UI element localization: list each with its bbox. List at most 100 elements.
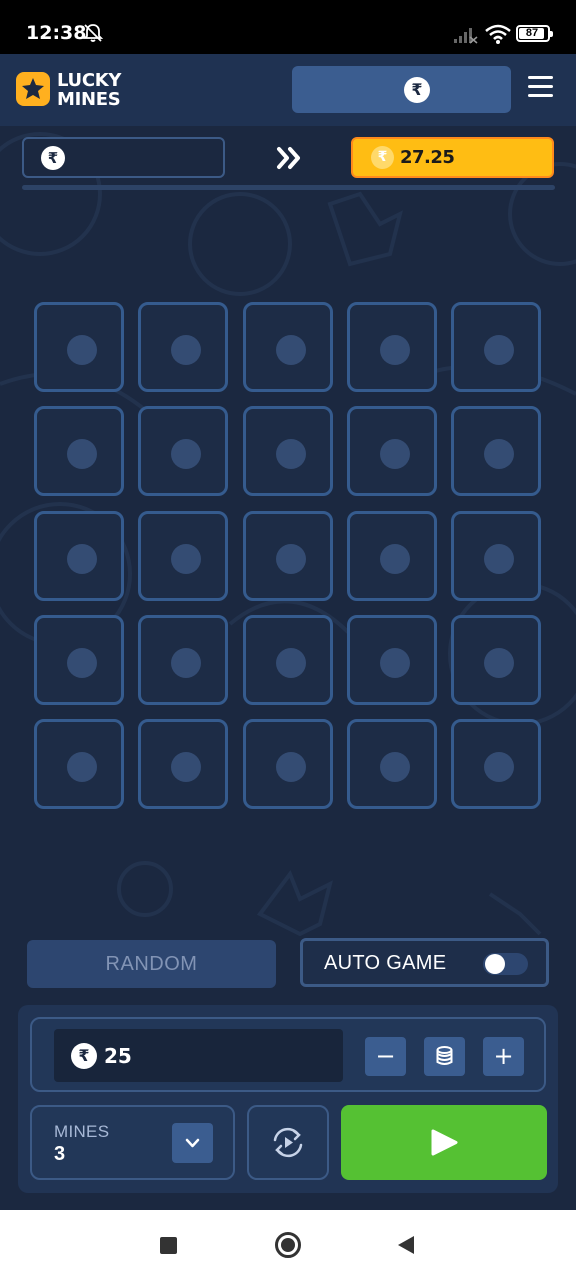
star-logo-icon <box>16 72 50 106</box>
chevron-down-icon <box>185 1138 200 1148</box>
mine-tile[interactable] <box>34 615 124 705</box>
rupee-icon: ₹ <box>71 1043 97 1069</box>
tile-dot <box>171 335 201 365</box>
mine-tile[interactable] <box>451 615 541 705</box>
tile-dot <box>67 752 97 782</box>
tile-dot <box>380 335 410 365</box>
increase-bet-button[interactable]: + <box>483 1037 524 1076</box>
logo-line-1: LUCKY <box>57 70 122 91</box>
mine-tile[interactable] <box>451 511 541 601</box>
tile-dot <box>380 648 410 678</box>
tile-dot <box>276 335 306 365</box>
mine-tile[interactable] <box>451 406 541 496</box>
signal-icon <box>454 28 478 44</box>
max-bet-button[interactable] <box>424 1037 465 1076</box>
mine-tile[interactable] <box>138 719 228 809</box>
mines-value: 3 <box>54 1143 66 1165</box>
mine-tile[interactable] <box>34 719 124 809</box>
balance-display[interactable]: ₹ <box>292 66 511 113</box>
tile-dot <box>171 544 201 574</box>
tile-dot <box>380 544 410 574</box>
reset-button[interactable] <box>247 1105 329 1180</box>
bet-amount-value: 25 <box>104 1044 132 1068</box>
mine-tile[interactable] <box>243 615 333 705</box>
refresh-icon <box>273 1127 303 1158</box>
minus-icon: − <box>375 1042 396 1070</box>
tile-dot <box>276 752 306 782</box>
play-icon <box>431 1129 458 1156</box>
mine-tile[interactable] <box>243 406 333 496</box>
auto-game-label: AUTO GAME <box>324 952 447 974</box>
bell-muted-icon <box>82 24 104 42</box>
tile-dot <box>171 752 201 782</box>
mine-tile[interactable] <box>34 511 124 601</box>
tile-dot <box>484 544 514 574</box>
rupee-coin-icon: ₹ <box>371 146 394 169</box>
next-win-value: 27.25 <box>400 147 455 168</box>
bet-amount-box: ₹ 25 − + <box>30 1017 546 1092</box>
tile-dot <box>276 439 306 469</box>
tile-dot <box>380 752 410 782</box>
status-bar: 12:38 87 <box>0 0 576 54</box>
mines-label: MINES <box>54 1122 110 1141</box>
play-button[interactable] <box>341 1105 547 1180</box>
home-icon[interactable] <box>275 1232 301 1258</box>
back-icon[interactable] <box>397 1235 415 1255</box>
status-time: 12:38 <box>26 22 87 44</box>
next-win-display: ₹ 27.25 <box>351 137 554 178</box>
tile-dot <box>484 335 514 365</box>
mine-tile[interactable] <box>34 406 124 496</box>
app-logo: LUCKY MINES <box>57 71 121 109</box>
app-header: LUCKY MINES ₹ <box>0 54 576 126</box>
coins-stack-icon <box>436 1046 453 1065</box>
tile-dot <box>276 544 306 574</box>
hamburger-menu-icon[interactable] <box>528 76 553 98</box>
mine-tile[interactable] <box>138 406 228 496</box>
mine-tile[interactable] <box>347 511 437 601</box>
mine-tile[interactable] <box>138 615 228 705</box>
mine-tile[interactable] <box>243 302 333 392</box>
tile-dot <box>380 439 410 469</box>
tile-dot <box>67 544 97 574</box>
tile-dot <box>67 439 97 469</box>
decrease-bet-button[interactable]: − <box>365 1037 406 1076</box>
mine-tile[interactable] <box>347 302 437 392</box>
recents-icon[interactable] <box>160 1237 177 1254</box>
mine-tile[interactable] <box>347 719 437 809</box>
tile-dot <box>484 648 514 678</box>
battery-level: 87 <box>525 27 539 39</box>
rupee-icon: ₹ <box>41 146 65 170</box>
tile-dot <box>484 439 514 469</box>
mines-dropdown-button[interactable] <box>172 1123 213 1163</box>
tile-dot <box>171 439 201 469</box>
tile-dot <box>67 648 97 678</box>
tile-dot <box>276 648 306 678</box>
bet-amount-input[interactable]: ₹ 25 <box>54 1029 343 1082</box>
mine-tile[interactable] <box>34 302 124 392</box>
mine-tile[interactable] <box>243 511 333 601</box>
logo-line-2: MINES <box>57 89 121 110</box>
plus-icon: + <box>493 1042 514 1070</box>
rupee-icon: ₹ <box>404 77 430 103</box>
mines-selector[interactable]: MINES 3 <box>30 1105 235 1180</box>
tile-dot <box>484 752 514 782</box>
mine-tile[interactable] <box>243 719 333 809</box>
mine-tile[interactable] <box>138 302 228 392</box>
mines-grid <box>34 302 544 812</box>
tile-dot <box>171 648 201 678</box>
current-win-display: ₹ <box>22 137 225 178</box>
tile-dot <box>67 335 97 365</box>
mine-tile[interactable] <box>138 511 228 601</box>
mine-tile[interactable] <box>451 719 541 809</box>
game-screen: LUCKY MINES ₹ ₹ ₹ 27.25 RANDOM AUTO GAME… <box>0 54 576 1210</box>
mine-tile[interactable] <box>451 302 541 392</box>
bet-panel: ₹ 25 − + MINES 3 <box>18 1005 558 1193</box>
random-button[interactable]: RANDOM <box>27 940 276 988</box>
auto-game-toggle[interactable] <box>483 953 528 975</box>
mine-tile[interactable] <box>347 615 437 705</box>
mine-tile[interactable] <box>347 406 437 496</box>
double-chevron-right-icon <box>277 147 300 169</box>
battery-icon: 87 <box>516 25 553 42</box>
win-progress-bar <box>22 185 555 190</box>
auto-game-button[interactable]: AUTO GAME <box>300 938 549 987</box>
